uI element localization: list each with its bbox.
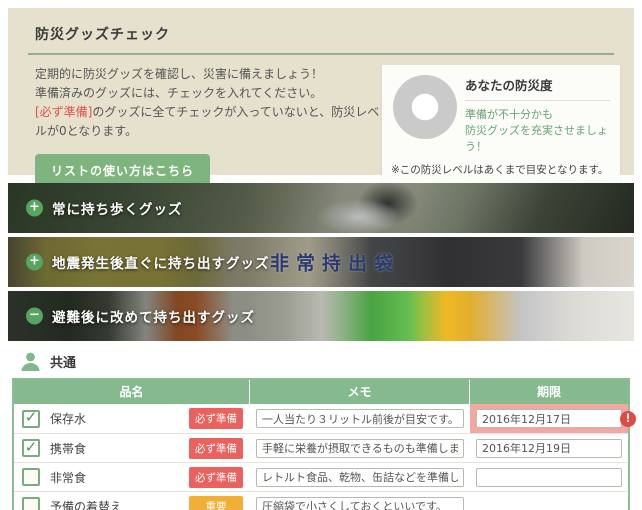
memo-cell	[250, 492, 470, 510]
accordion-take-immediately[interactable]: + 地震発生後直ぐに持ち出すグッズ 非常持出袋	[8, 237, 634, 287]
priority-badge: 必ず準備	[189, 437, 243, 459]
item-name: 予備の着替え	[50, 499, 123, 510]
checkbox-unchecked[interactable]	[22, 497, 40, 510]
deadline-cell	[470, 434, 628, 462]
item-name: 非常食	[50, 470, 87, 485]
table-row: 非常食 必ず準備	[14, 462, 628, 491]
score-donut-chart	[393, 75, 457, 139]
memo-input[interactable]	[256, 496, 464, 510]
memo-cell	[250, 434, 470, 462]
accordion-label: 常に持ち歩くグッズ	[52, 202, 183, 218]
person-icon	[21, 352, 40, 371]
plus-icon[interactable]: +	[26, 253, 43, 271]
priority-badge: 必ず準備	[189, 466, 243, 488]
minus-icon[interactable]: −	[26, 307, 43, 325]
memo-cell	[250, 404, 470, 433]
emergency-bag-photo-text: 非常持出袋	[270, 252, 401, 275]
item-name: 保存水	[50, 412, 87, 426]
title-divider	[28, 53, 614, 55]
checkbox-checked[interactable]: ✓	[22, 408, 40, 428]
required-emphasis: [必ず準備]	[35, 105, 93, 119]
table-row: 予備の着替え 重要	[14, 491, 628, 510]
page: 防災グッズチェック 定期的に防災グッズを確認し、災害に備えましょう！ 準備済みの…	[0, 0, 642, 510]
check-icon: ✓	[24, 408, 38, 426]
table-row: ✓ 保存水 必ず準備!	[14, 404, 636, 433]
intro-line-1: 定期的に防災グッズを確認し、災害に備えましょう！	[35, 67, 324, 81]
plus-icon[interactable]: +	[26, 199, 43, 217]
page-title: 防災グッズチェック	[35, 27, 170, 43]
preparedness-score-card: あなたの防災度 準備が不十分かも 防災グッズを充実させましょう！ ※この防災レベ…	[382, 65, 620, 186]
accordion-take-after-evacuation[interactable]: − 避難後に改めて持ち出すグッズ	[8, 291, 634, 341]
item-name-cell: 予備の着替え 重要	[14, 492, 250, 510]
memo-input[interactable]	[256, 438, 464, 458]
score-status-line-2: 防災グッズを充実させましょう！	[465, 124, 608, 153]
column-header-item: 品名	[14, 380, 250, 404]
checkbox-checked[interactable]: ✓	[22, 439, 40, 457]
column-header-deadline: 期限	[536, 385, 561, 399]
deadline-cell	[470, 463, 628, 491]
priority-badge: 必ず準備	[189, 408, 243, 429]
score-card-title: あなたの防災度	[465, 75, 611, 101]
score-disclaimer: ※この防災レベルはあくまで目安となります。	[391, 164, 609, 176]
deadline-input[interactable]	[476, 438, 622, 458]
memo-input[interactable]	[256, 467, 464, 487]
memo-cell	[250, 463, 470, 491]
item-name: 携帯食	[50, 441, 87, 456]
deadline-cell	[470, 492, 628, 510]
deadline-cell: !	[470, 404, 636, 433]
header-panel: 防災グッズチェック 定期的に防災グッズを確認し、災害に備えましょう！ 準備済みの…	[8, 8, 634, 187]
item-name-cell: ✓ 携帯食 必ず準備	[14, 434, 250, 462]
intro-line-3: [必ず準備]のグッズに全てチェックが入っていないと、防災レベルが0となります。	[35, 103, 382, 141]
column-header-memo: メモ	[250, 380, 470, 404]
goods-table: 品名 メモ 期限 ✓保存水必ず準備!✓携帯食必ず準備非常食必ず準備予備の着替え重…	[12, 378, 636, 510]
priority-badge: 重要	[189, 495, 243, 510]
table-header: 品名 メモ 期限	[14, 380, 628, 404]
accordion-label: 避難後に改めて持ち出すグッズ	[52, 310, 255, 326]
check-icon: ✓	[24, 437, 38, 456]
deadline-input[interactable]	[476, 467, 622, 487]
memo-input[interactable]	[256, 409, 464, 428]
group-heading: 共通	[20, 351, 634, 372]
checkbox-unchecked[interactable]	[22, 468, 40, 486]
intro-text: 定期的に防災グッズを確認し、災害に備えましょう！ 準備済みのグッズには、チェック…	[22, 65, 382, 187]
deadline-input[interactable]	[476, 409, 622, 428]
table-row: ✓ 携帯食 必ず準備	[14, 433, 628, 462]
intro-line-2: 準備済みのグッズには、チェックを入れてください。	[35, 86, 323, 100]
accordion-label: 地震発生後直ぐに持ち出すグッズ	[52, 256, 270, 272]
group-label: 共通	[50, 356, 77, 371]
item-name-cell: 非常食 必ず準備	[14, 463, 250, 491]
item-name-cell: ✓ 保存水 必ず準備	[14, 404, 250, 433]
score-status-line-1: 準備が不十分かも	[465, 108, 553, 121]
alert-icon: !	[620, 410, 636, 427]
accordion-carry-always[interactable]: + 常に持ち歩くグッズ	[8, 183, 634, 233]
